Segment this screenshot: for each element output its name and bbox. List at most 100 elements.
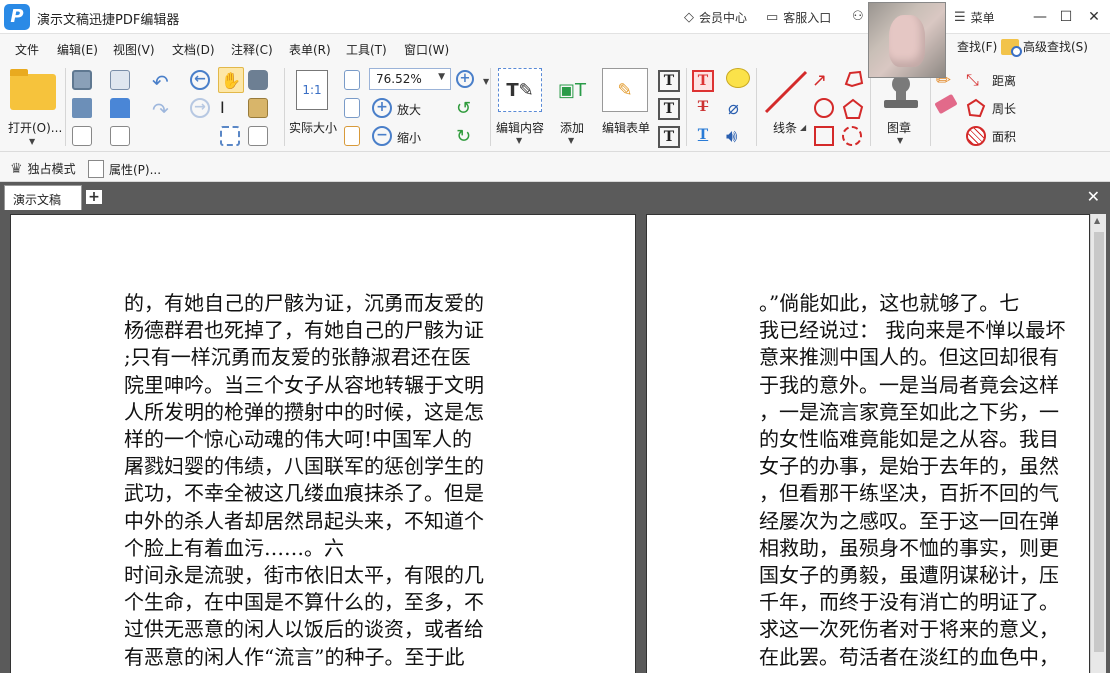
ellipse-button[interactable] bbox=[814, 98, 834, 118]
text-line: 个生命，在中国是不算什么的，至多，不 bbox=[124, 590, 484, 615]
zoom-in-button[interactable]: + bbox=[372, 98, 392, 118]
menu-comment[interactable]: 注释(C) bbox=[231, 41, 273, 58]
email-button[interactable] bbox=[110, 70, 130, 90]
text-line: 的女性临难竟能如是之从容。我目 bbox=[759, 427, 1059, 452]
zoom-out-label[interactable]: 缩小 bbox=[397, 129, 421, 146]
document-export-icon bbox=[72, 126, 92, 146]
main-menu-button[interactable]: ☰ 菜单 bbox=[954, 9, 995, 26]
rotate-left-button[interactable]: ↺ bbox=[456, 98, 471, 119]
strikethrough-button[interactable]: T bbox=[692, 98, 714, 120]
sticky-note-button[interactable] bbox=[726, 68, 750, 88]
edit-form-button[interactable]: ✎ bbox=[602, 68, 648, 112]
area-button[interactable] bbox=[966, 126, 986, 146]
find-button[interactable]: 查找(F) bbox=[957, 38, 997, 55]
highlight-text-button[interactable]: T bbox=[692, 70, 714, 92]
menu-window[interactable]: 窗口(W) bbox=[404, 41, 449, 58]
add-button[interactable]: ▣T bbox=[550, 68, 594, 112]
new-tab-button[interactable]: + bbox=[86, 190, 102, 204]
scroll-up-icon[interactable]: ▲ bbox=[1094, 216, 1100, 225]
close-tab-button[interactable]: ✕ bbox=[1087, 187, 1100, 206]
rotate-right-button[interactable]: ↻ bbox=[456, 126, 471, 147]
maximize-button[interactable]: ☐ bbox=[1054, 6, 1078, 28]
save-button[interactable] bbox=[72, 70, 92, 90]
add-dropdown-icon[interactable]: ▼ bbox=[568, 136, 574, 145]
main-menu-label: 菜单 bbox=[970, 11, 995, 25]
text-line: ;只有一样沉勇而友爱的张静淑君还在医 bbox=[124, 345, 471, 370]
distance-label[interactable]: 距离 bbox=[992, 72, 1016, 89]
zoom-in-tool-button[interactable]: + bbox=[456, 70, 474, 88]
polygon-line-button[interactable] bbox=[842, 68, 864, 90]
perimeter-label[interactable]: 周长 bbox=[992, 100, 1016, 117]
redo-button[interactable]: ↷ bbox=[152, 98, 169, 122]
scan-button[interactable] bbox=[110, 98, 130, 118]
page-text-right[interactable]: 。”倘能如此，这也就够了。七 我已经说过： 我向来是不惮以最坏 意来推测中国人的。但… bbox=[759, 290, 1079, 673]
minimize-button[interactable]: — bbox=[1028, 6, 1052, 28]
undo-button[interactable]: ↶ bbox=[152, 70, 169, 94]
menu-view[interactable]: 视图(V) bbox=[113, 41, 155, 58]
zoom-out-button[interactable]: − bbox=[372, 126, 392, 146]
edit-content-button[interactable]: T✎ bbox=[498, 68, 542, 112]
member-center-label: 会员中心 bbox=[699, 11, 748, 25]
arrow-button[interactable]: ↗ bbox=[812, 70, 827, 91]
zoom-tool-dropdown-icon[interactable]: ▼ bbox=[483, 77, 489, 86]
cloud-button[interactable] bbox=[842, 126, 862, 146]
text-field-button[interactable]: T bbox=[658, 70, 680, 92]
area-label[interactable]: 面积 bbox=[992, 128, 1016, 145]
user-account-button[interactable]: ⚇ bbox=[852, 9, 864, 24]
open-dropdown-icon[interactable]: ▼ bbox=[29, 137, 35, 146]
perimeter-button[interactable] bbox=[966, 98, 986, 118]
stamp-dropdown-icon[interactable]: ▼ bbox=[897, 136, 903, 145]
menu-form[interactable]: 表单(R) bbox=[289, 41, 331, 58]
select-text-button[interactable]: Ⅰ bbox=[220, 98, 225, 117]
pentagon-icon bbox=[842, 98, 864, 119]
fit-visible-button[interactable] bbox=[344, 126, 360, 146]
page-tools-button[interactable] bbox=[248, 126, 268, 146]
callout-button[interactable]: T bbox=[658, 126, 680, 148]
close-window-button[interactable]: ✕ bbox=[1082, 6, 1106, 28]
line-button[interactable] bbox=[762, 68, 810, 116]
underline-button[interactable]: T bbox=[692, 126, 714, 148]
previous-view-button[interactable]: ← bbox=[190, 70, 210, 90]
member-center-link[interactable]: ◇ 会员中心 bbox=[684, 9, 747, 26]
sound-button[interactable]: 🔊︎ bbox=[726, 126, 737, 147]
textbox-button[interactable]: T bbox=[658, 98, 680, 120]
zoom-in-label[interactable]: 放大 bbox=[397, 101, 421, 118]
crop-button[interactable] bbox=[220, 126, 240, 146]
tab-label: 演示文稿 bbox=[13, 193, 62, 207]
vertical-scrollbar[interactable]: ▲ bbox=[1090, 214, 1106, 673]
print-button[interactable] bbox=[72, 98, 92, 118]
new-document-button[interactable] bbox=[110, 126, 130, 146]
distance-button[interactable]: ⤡ bbox=[966, 70, 979, 90]
menu-edit[interactable]: 编辑(E) bbox=[57, 41, 98, 58]
snapshot-button[interactable] bbox=[248, 70, 268, 90]
menu-file[interactable]: 文件 bbox=[15, 41, 39, 58]
edit-content-dropdown-icon[interactable]: ▼ bbox=[516, 136, 522, 145]
plus-circle-icon: + bbox=[372, 98, 392, 118]
menu-document[interactable]: 文档(D) bbox=[172, 41, 215, 58]
advanced-find-button[interactable]: 高级查找(S) bbox=[1001, 38, 1088, 57]
user-icon: ⚇ bbox=[852, 9, 864, 24]
document-viewer[interactable]: 的，有她自己的尸骸为证，沉勇而友爱的 杨德群君也死掉了，有她自己的尸骸为证 ;只有一… bbox=[0, 210, 1110, 673]
exclusive-mode-button[interactable]: ♛ 独占模式 bbox=[10, 160, 76, 177]
open-button[interactable] bbox=[10, 69, 56, 110]
scrollbar-thumb[interactable] bbox=[1094, 232, 1104, 652]
next-view-button[interactable]: → bbox=[190, 98, 210, 118]
menu-tools[interactable]: 工具(T) bbox=[346, 41, 387, 58]
properties-button[interactable]: 属性(P)... bbox=[88, 160, 161, 178]
service-entry-link[interactable]: ▭ 客服入口 bbox=[766, 9, 831, 26]
actual-size-button[interactable]: 1:1 bbox=[296, 70, 328, 110]
attach-file-button[interactable]: ⌀ bbox=[728, 98, 739, 119]
export-button[interactable] bbox=[72, 126, 92, 146]
page-text-left[interactable]: 的，有她自己的尸骸为证，沉勇而友爱的 杨德群君也死掉了，有她自己的尸骸为证 ;只有一… bbox=[124, 290, 484, 673]
rectangle-button[interactable] bbox=[814, 126, 834, 146]
hand-tool-button[interactable]: ✋ bbox=[218, 67, 244, 93]
line-dropdown-icon[interactable]: ◢ bbox=[800, 123, 806, 132]
eraser-button[interactable] bbox=[934, 93, 958, 115]
fit-width-button[interactable] bbox=[344, 70, 360, 90]
text-line: 在此罢。苟活者在淡红的血色中， bbox=[759, 644, 1059, 669]
zoom-level-select[interactable]: 76.52% ▼ bbox=[369, 68, 451, 90]
tab-demo-document[interactable]: 演示文稿 bbox=[4, 185, 82, 210]
fit-page-button[interactable] bbox=[344, 98, 360, 118]
paste-button[interactable] bbox=[248, 98, 268, 118]
polygon-button[interactable] bbox=[842, 98, 864, 120]
